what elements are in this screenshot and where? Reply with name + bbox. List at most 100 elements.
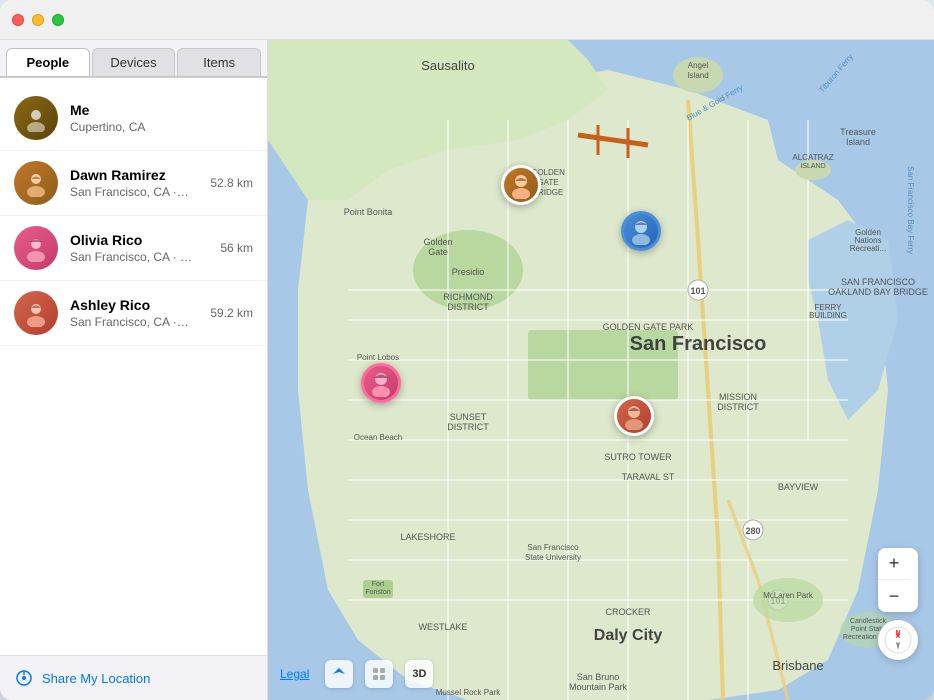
- share-location-icon: [14, 668, 34, 688]
- svg-text:Brisbane: Brisbane: [772, 658, 823, 673]
- svg-text:280: 280: [745, 526, 760, 536]
- svg-text:ALCATRAZ: ALCATRAZ: [792, 153, 833, 162]
- people-list: Me Cupertino, CA Dawn Ramirez: [0, 77, 267, 655]
- svg-text:GOLDEN GATE PARK: GOLDEN GATE PARK: [603, 322, 694, 332]
- tab-items[interactable]: Items: [177, 48, 261, 76]
- compass-button[interactable]: N: [878, 620, 918, 660]
- svg-text:SAN FRANCISCO: SAN FRANCISCO: [841, 277, 915, 287]
- tabs-row: People Devices Items: [0, 40, 267, 76]
- svg-text:DISTRICT: DISTRICT: [717, 402, 759, 412]
- person-location-olivia: San Francisco, CA · Now: [70, 250, 200, 264]
- sidebar: People Devices Items: [0, 40, 268, 700]
- svg-text:Point Bonita: Point Bonita: [344, 207, 393, 217]
- tab-devices[interactable]: Devices: [92, 48, 176, 76]
- svg-text:SUTRO TOWER: SUTRO TOWER: [604, 452, 672, 462]
- svg-text:Golden: Golden: [423, 237, 452, 247]
- person-name-dawn: Dawn Ramirez: [70, 167, 190, 183]
- svg-text:BUILDING: BUILDING: [809, 311, 847, 320]
- svg-text:Mountain Park: Mountain Park: [569, 682, 628, 692]
- map-pin-olivia[interactable]: [361, 363, 401, 403]
- svg-text:McLaren Park: McLaren Park: [763, 591, 814, 600]
- svg-text:Island: Island: [687, 71, 708, 80]
- map-type-btn[interactable]: [365, 660, 393, 688]
- svg-text:Angel: Angel: [688, 61, 709, 70]
- zoom-in-button[interactable]: +: [878, 548, 910, 580]
- person-item-olivia[interactable]: Olivia Rico San Francisco, CA · Now 56 k…: [0, 216, 267, 281]
- svg-text:Presidio: Presidio: [452, 267, 485, 277]
- avatar-ashley: [14, 291, 58, 335]
- person-distance-ashley: 59.2 km: [210, 306, 253, 320]
- svg-text:San Francisco: San Francisco: [630, 333, 767, 355]
- map-controls: + − N: [878, 548, 918, 660]
- person-location-me: Cupertino, CA: [70, 120, 253, 134]
- zoom-controls: + −: [878, 548, 918, 612]
- svg-text:SUNSET: SUNSET: [450, 412, 487, 422]
- person-location-ashley: San Francisco, CA · Now: [70, 315, 190, 329]
- svg-text:Recreati...: Recreati...: [850, 244, 886, 253]
- map-area[interactable]: 101 280 101 San Francisco RICHMOND DISTR…: [268, 40, 934, 700]
- svg-text:WESTLAKE: WESTLAKE: [418, 622, 467, 632]
- sidebar-footer[interactable]: Share My Location: [0, 655, 267, 700]
- zoom-out-button[interactable]: −: [878, 580, 910, 612]
- svg-text:BAYVIEW: BAYVIEW: [778, 482, 819, 492]
- svg-text:Gate: Gate: [428, 247, 448, 257]
- avatar-dawn: [14, 161, 58, 205]
- svg-text:Island: Island: [846, 137, 870, 147]
- svg-text:San Bruno: San Bruno: [577, 672, 620, 682]
- title-bar: [0, 0, 934, 40]
- person-item-dawn[interactable]: Dawn Ramirez San Francisco, CA · 1 minut…: [0, 151, 267, 216]
- svg-text:TARAVAL ST: TARAVAL ST: [622, 472, 675, 482]
- svg-text:DISTRICT: DISTRICT: [447, 422, 489, 432]
- svg-text:Mussel Rock Park: Mussel Rock Park: [436, 688, 501, 697]
- person-distance-olivia: 56 km: [220, 241, 253, 255]
- svg-text:Fort: Fort: [372, 581, 385, 588]
- 3d-btn[interactable]: 3D: [405, 660, 433, 688]
- close-button[interactable]: [12, 14, 24, 26]
- maximize-button[interactable]: [52, 14, 64, 26]
- avatar-olivia: [14, 226, 58, 270]
- avatar-me: [14, 96, 58, 140]
- svg-text:Daly City: Daly City: [594, 627, 663, 644]
- svg-text:Ocean Beach: Ocean Beach: [354, 433, 402, 442]
- map-toolbar: Legal: [280, 660, 433, 688]
- person-info-dawn: Dawn Ramirez San Francisco, CA · 1 minut…: [70, 167, 190, 199]
- map-pin-dawn[interactable]: [501, 165, 541, 205]
- person-info-me: Me Cupertino, CA: [70, 102, 253, 134]
- legal-link[interactable]: Legal: [280, 667, 309, 681]
- map-pin-ashley[interactable]: [614, 396, 654, 436]
- svg-text:OAKLAND BAY BRIDGE: OAKLAND BAY BRIDGE: [828, 287, 928, 297]
- tab-people[interactable]: People: [6, 48, 90, 76]
- svg-text:San Francisco: San Francisco: [527, 543, 579, 552]
- tabs-container: People Devices Items: [0, 40, 267, 77]
- traffic-lights: [12, 14, 64, 26]
- svg-text:MISSION: MISSION: [719, 392, 757, 402]
- map-pin-user2[interactable]: [621, 211, 661, 251]
- person-item-me[interactable]: Me Cupertino, CA: [0, 86, 267, 151]
- location-arrow-btn[interactable]: [325, 660, 353, 688]
- svg-text:DISTRICT: DISTRICT: [447, 302, 489, 312]
- svg-text:Point Lobos: Point Lobos: [357, 353, 399, 362]
- svg-text:Treasure: Treasure: [840, 127, 876, 137]
- svg-text:LAKESHORE: LAKESHORE: [400, 532, 455, 542]
- svg-text:N: N: [895, 630, 900, 637]
- svg-text:RICHMOND: RICHMOND: [443, 292, 493, 302]
- person-location-dawn: San Francisco, CA · 1 minute ago: [70, 185, 190, 199]
- app-window: People Devices Items: [0, 0, 934, 700]
- person-info-ashley: Ashley Rico San Francisco, CA · Now: [70, 297, 190, 329]
- svg-text:Sausalito: Sausalito: [421, 58, 474, 73]
- person-item-ashley[interactable]: Ashley Rico San Francisco, CA · Now 59.2…: [0, 281, 267, 346]
- svg-text:State University: State University: [525, 553, 581, 562]
- map-toolbar-icons: 3D: [325, 660, 433, 688]
- person-name-olivia: Olivia Rico: [70, 232, 200, 248]
- person-distance-dawn: 52.8 km: [210, 176, 253, 190]
- svg-text:Funston: Funston: [365, 589, 390, 596]
- svg-text:CROCKER: CROCKER: [605, 607, 651, 617]
- person-name-me: Me: [70, 102, 253, 118]
- person-name-ashley: Ashley Rico: [70, 297, 190, 313]
- main-content: People Devices Items: [0, 40, 934, 700]
- person-info-olivia: Olivia Rico San Francisco, CA · Now: [70, 232, 200, 264]
- svg-text:101: 101: [690, 286, 705, 296]
- tab-underline: [0, 76, 267, 77]
- svg-text:ISLAND: ISLAND: [800, 163, 825, 170]
- minimize-button[interactable]: [32, 14, 44, 26]
